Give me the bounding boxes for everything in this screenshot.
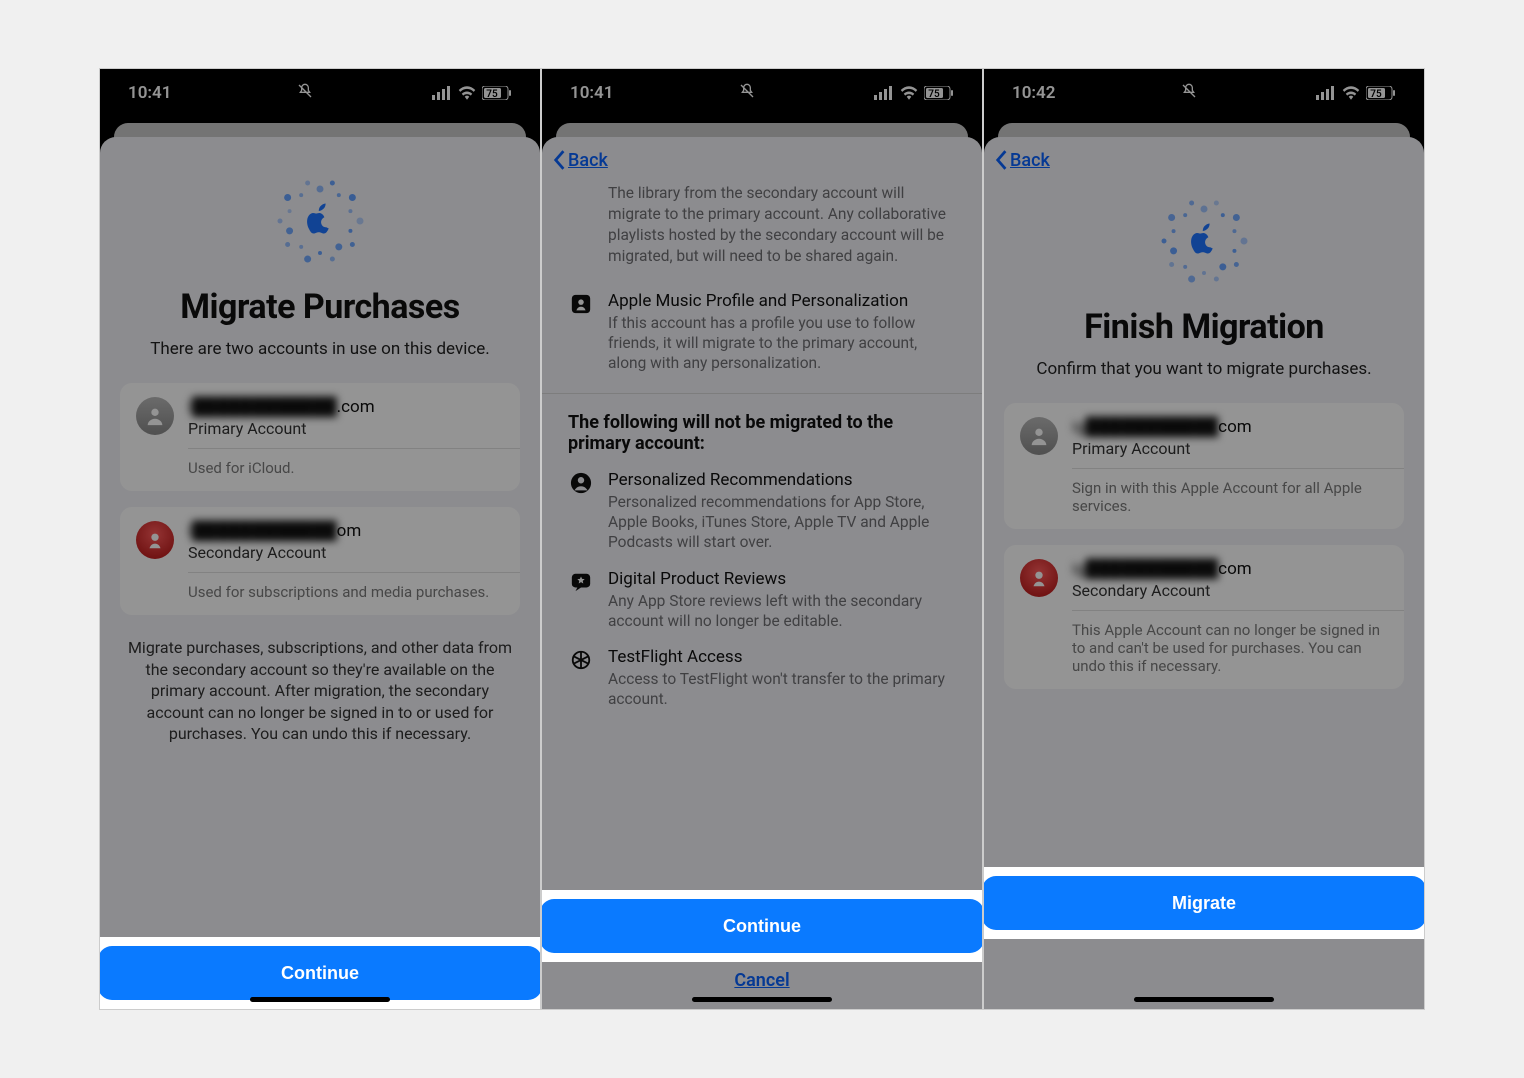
silent-icon: [739, 83, 755, 104]
account-role: Secondary Account: [1072, 581, 1388, 600]
account-note: Used for iCloud.: [120, 449, 520, 491]
migrate-button[interactable]: Migrate: [984, 876, 1424, 930]
item-heading: Apple Music Profile and Personalization: [608, 291, 956, 311]
item-heading: Digital Product Reviews: [608, 569, 956, 589]
primary-account-card: i████████████.com Primary Account Used f…: [120, 383, 520, 491]
account-note: This Apple Account can no longer be sign…: [1004, 611, 1404, 689]
page-title: Finish Migration: [1004, 307, 1404, 347]
account-role: Primary Account: [1072, 439, 1388, 458]
cellular-icon: [432, 86, 452, 100]
status-bar: 10:41 75: [100, 69, 540, 117]
modal-sheet: Back Finish Migration Confirm that you w…: [984, 137, 1424, 1009]
screenshot-1: 10:41 75 Migrate Purchases There are two…: [99, 68, 541, 1010]
silent-icon: [1181, 83, 1197, 104]
home-indicator[interactable]: [250, 997, 390, 1002]
wifi-icon: [458, 86, 476, 100]
back-button[interactable]: Back: [984, 137, 1424, 177]
avatar: [1020, 559, 1058, 597]
home-indicator[interactable]: [692, 997, 832, 1002]
back-label: Back: [568, 150, 608, 171]
home-indicator[interactable]: [1134, 997, 1274, 1002]
back-label: Back: [1010, 150, 1050, 171]
modal-sheet: Migrate Purchases There are two accounts…: [100, 137, 540, 1009]
modal-sheet: Back The library from the secondary acco…: [542, 137, 982, 1009]
battery-icon: 75: [1366, 86, 1396, 100]
account-role: Secondary Account: [188, 543, 504, 562]
account-note: Sign in with this Apple Account for all …: [1004, 469, 1404, 529]
primary-account-card: ig███████████com Primary Account Sign in…: [1004, 403, 1404, 529]
person-icon: [568, 470, 594, 552]
svg-text:75: 75: [1370, 89, 1382, 100]
svg-text:75: 75: [928, 89, 940, 100]
silent-icon: [297, 83, 313, 104]
wifi-icon: [900, 86, 918, 100]
svg-text:75: 75: [486, 89, 498, 100]
intro-note: The library from the secondary account w…: [608, 183, 952, 267]
item-heading: TestFlight Access: [608, 647, 956, 667]
star-bubble-icon: [568, 569, 594, 631]
avatar: [136, 521, 174, 559]
screenshot-3: 10:42 75 Back Finish Migration Confirm t…: [983, 68, 1425, 1010]
account-email: ig███████████: [1072, 417, 1218, 437]
battery-icon: 75: [924, 86, 954, 100]
item-sub: Any App Store reviews left with the seco…: [608, 591, 956, 631]
migration-logo: [1160, 197, 1248, 285]
page-subtitle: Confirm that you want to migrate purchas…: [1004, 359, 1404, 379]
status-bar: 10:41 75: [542, 69, 982, 117]
item-heading: Personalized Recommendations: [608, 470, 956, 490]
screenshot-2: 10:41 75 Back The library from the secon…: [541, 68, 983, 1010]
battery-icon: 75: [482, 86, 512, 100]
migration-logo: [276, 177, 364, 265]
continue-button[interactable]: Continue: [542, 899, 982, 953]
testflight-icon: [568, 647, 594, 709]
avatar: [1020, 417, 1058, 455]
continue-button[interactable]: Continue: [100, 946, 540, 1000]
explanation-text: Migrate purchases, subscriptions, and ot…: [120, 631, 520, 751]
avatar: [136, 397, 174, 435]
secondary-account-card: ig███████████com Secondary Account This …: [1004, 545, 1404, 689]
back-button[interactable]: Back: [542, 137, 982, 177]
account-email: ig███████████: [1072, 559, 1218, 579]
account-email: i████████████: [188, 521, 337, 541]
page-subtitle: There are two accounts in use on this de…: [120, 339, 520, 359]
music-profile-icon: [568, 291, 594, 373]
item-sub: If this account has a profile you use to…: [608, 313, 956, 373]
item-sub: Personalized recommendations for App Sto…: [608, 492, 956, 552]
status-bar: 10:42 75: [984, 69, 1424, 117]
section-title: The following will not be migrated to th…: [562, 398, 962, 460]
status-time: 10:41: [570, 83, 613, 103]
cellular-icon: [874, 86, 894, 100]
status-time: 10:42: [1012, 83, 1055, 103]
account-note: Used for subscriptions and media purchas…: [120, 573, 520, 615]
status-time: 10:41: [128, 83, 171, 103]
page-title: Migrate Purchases: [120, 287, 520, 327]
item-sub: Access to TestFlight won't transfer to t…: [608, 669, 956, 709]
account-email: i████████████: [188, 397, 337, 417]
cellular-icon: [1316, 86, 1336, 100]
account-role: Primary Account: [188, 419, 504, 438]
secondary-account-card: i████████████om Secondary Account Used f…: [120, 507, 520, 615]
wifi-icon: [1342, 86, 1360, 100]
